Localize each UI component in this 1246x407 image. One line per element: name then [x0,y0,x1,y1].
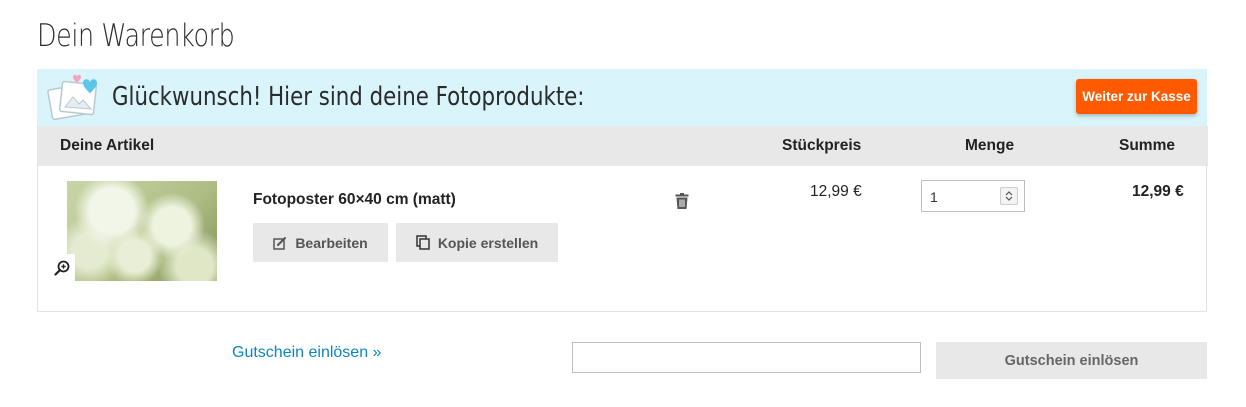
cart-table: Deine Artikel Stückpreis Menge Summe Fot… [37,126,1208,312]
quantity-value: 1 [930,189,938,205]
header-unit-price: Stückpreis [782,137,862,154]
unit-price: 12,99 € [810,183,862,200]
photo-illustration-icon [47,74,98,121]
edit-label: Bearbeiten [295,234,368,251]
quantity-stepper[interactable]: 1 [921,180,1025,212]
success-banner: Glückwunsch! Hier sind deine Fotoprodukt… [37,69,1207,126]
line-total: 12,99 € [1132,183,1184,200]
copy-button[interactable]: Kopie erstellen [396,223,558,262]
edit-button[interactable]: Bearbeiten [253,223,388,262]
product-name: Fotoposter 60×40 cm (matt) [253,191,456,208]
page-title: Dein Warenkorb [37,18,235,54]
redeem-voucher-button[interactable]: Gutschein einlösen [936,342,1207,379]
quantity-spinner[interactable] [1000,187,1018,205]
edit-icon [273,236,287,250]
zoom-in-icon[interactable] [49,254,75,282]
chevron-down-icon[interactable] [1005,196,1013,201]
header-items: Deine Artikel [60,137,155,154]
copy-label: Kopie erstellen [437,234,539,251]
header-total: Summe [1119,137,1175,154]
trash-icon[interactable] [675,193,689,209]
table-header: Deine Artikel Stückpreis Menge Summe [38,126,1208,166]
voucher-link[interactable]: Gutschein einlösen » [232,344,381,362]
copy-icon [416,235,430,250]
banner-message: Glückwunsch! Hier sind deine Fotoprodukt… [112,82,585,112]
header-quantity: Menge [965,137,1015,154]
voucher-code-input[interactable] [572,342,921,373]
product-thumbnail[interactable] [67,181,217,281]
checkout-button[interactable]: Weiter zur Kasse [1076,79,1197,114]
